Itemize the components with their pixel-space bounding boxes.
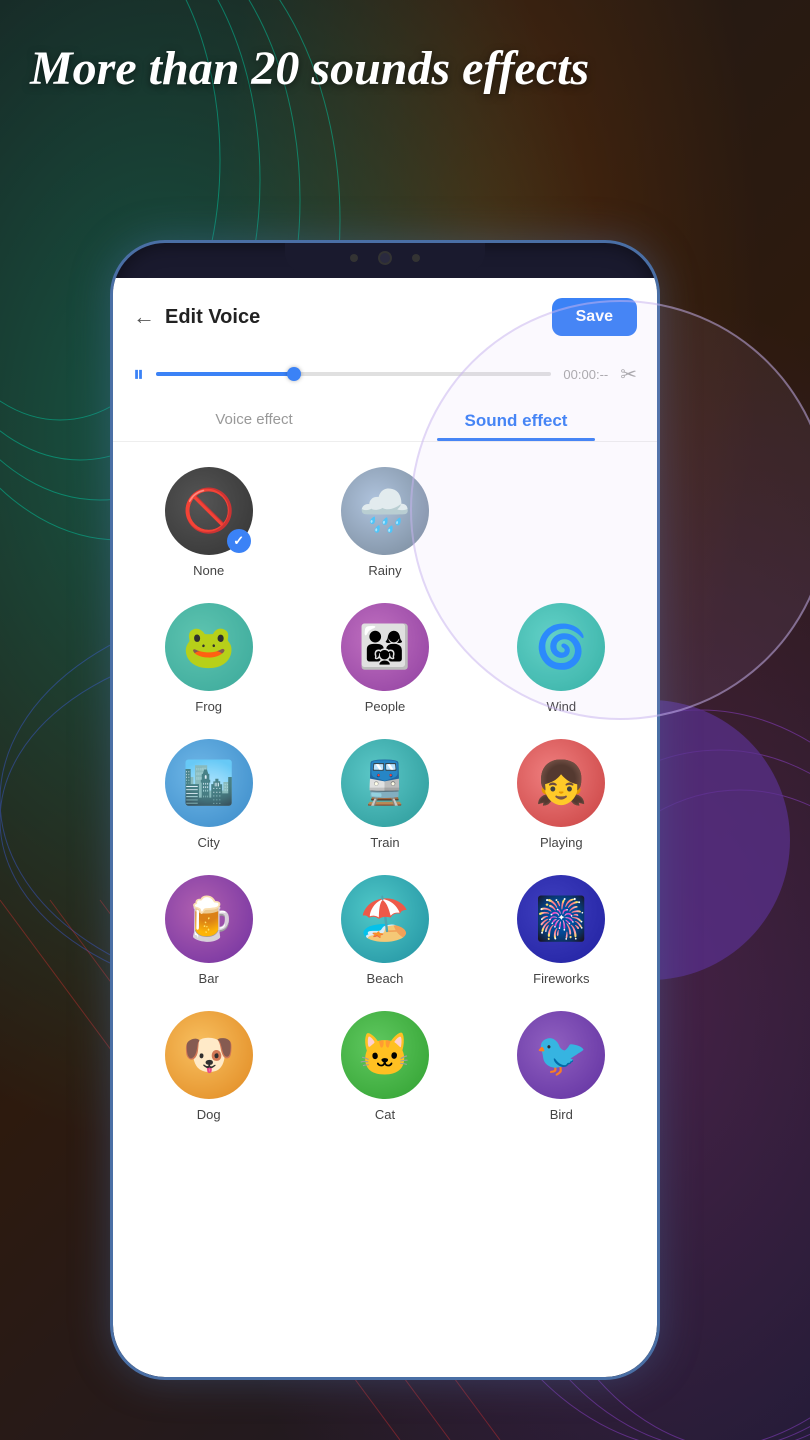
app-header: ← Edit Voice Save [113, 278, 657, 351]
sound-label-wind: Wind [547, 699, 577, 714]
sound-check-none: ✓ [227, 529, 251, 553]
save-button[interactable]: Save [552, 298, 637, 336]
sound-item-fireworks[interactable]: 🎆 Fireworks [476, 865, 647, 996]
page-title: Edit Voice [165, 306, 260, 329]
sound-icon-frog-wrap: 🐸 [165, 603, 253, 691]
sound-icon-dog: 🐶 [165, 1011, 253, 1099]
sound-label-dog: Dog [197, 1107, 221, 1122]
tab-bar: Voice effect Sound effect [113, 397, 657, 442]
sound-icon-dog-wrap: 🐶 [165, 1011, 253, 1099]
sound-item-dog[interactable]: 🐶 Dog [123, 1001, 294, 1132]
sound-icon-rainy: 🌧️ [341, 467, 429, 555]
sound-item-playing[interactable]: 👧 Playing [476, 729, 647, 860]
sound-label-train: Train [370, 835, 399, 850]
sound-grid: 🚫 ✓ None 🌧️ Rainy 🐸 Frog [113, 442, 657, 1147]
sound-label-bird: Bird [550, 1107, 573, 1122]
sound-item-cat[interactable]: 🐱 Cat [299, 1001, 470, 1132]
sound-icon-wind-wrap: 🌀 [517, 603, 605, 691]
sound-icon-cat: 🐱 [341, 1011, 429, 1099]
audio-bar: ⏸ 00:00:-- ✂ [113, 351, 657, 397]
sound-icon-playing: 👧 [517, 739, 605, 827]
sound-icon-people: 👨‍👩‍👧 [341, 603, 429, 691]
sound-icon-bar-wrap: 🍺 [165, 875, 253, 963]
sound-icon-city-wrap: 🏙️ [165, 739, 253, 827]
sound-item-none[interactable]: 🚫 ✓ None [123, 457, 294, 588]
sound-item-bird[interactable]: 🐦 Bird [476, 1001, 647, 1132]
sound-item-beach[interactable]: 🏖️ Beach [299, 865, 470, 996]
sound-icon-none-wrap: 🚫 ✓ [165, 467, 253, 555]
sound-icon-cat-wrap: 🐱 [341, 1011, 429, 1099]
progress-fill [156, 372, 294, 376]
sound-icon-bird: 🐦 [517, 1011, 605, 1099]
sound-item-train[interactable]: 🚆 Train [299, 729, 470, 860]
tab-voice-effect[interactable]: Voice effect [123, 397, 385, 441]
time-display: 00:00:-- [563, 367, 608, 382]
sound-label-rainy: Rainy [368, 563, 401, 578]
sound-icon-fireworks-wrap: 🎆 [517, 875, 605, 963]
sound-icon-fireworks: 🎆 [517, 875, 605, 963]
scissors-icon[interactable]: ✂ [620, 362, 637, 387]
sound-icon-beach: 🏖️ [341, 875, 429, 963]
sound-icon-beach-wrap: 🏖️ [341, 875, 429, 963]
sound-label-bar: Bar [199, 971, 219, 986]
sound-icon-bar: 🍺 [165, 875, 253, 963]
sound-label-cat: Cat [375, 1107, 395, 1122]
sound-label-playing: Playing [540, 835, 583, 850]
progress-track[interactable] [156, 372, 551, 376]
sound-label-frog: Frog [195, 699, 222, 714]
headline: More than 20 sounds effects [30, 40, 780, 98]
pause-icon[interactable]: ⏸ [133, 361, 144, 387]
sound-label-fireworks: Fireworks [533, 971, 589, 986]
sound-label-none: None [193, 563, 224, 578]
back-button[interactable]: ← [133, 304, 155, 330]
sound-label-city: City [197, 835, 219, 850]
sound-item-wind[interactable]: 🌀 Wind [476, 593, 647, 724]
sound-icon-frog: 🐸 [165, 603, 253, 691]
sound-icon-bird-wrap: 🐦 [517, 1011, 605, 1099]
sound-icon-people-wrap: 👨‍👩‍👧 [341, 603, 429, 691]
sound-item-placeholder-1 [476, 457, 647, 588]
sound-icon-rainy-wrap: 🌧️ [341, 467, 429, 555]
sound-icon-wind: 🌀 [517, 603, 605, 691]
notch-dot-2 [412, 254, 420, 262]
header-left: ← Edit Voice [133, 304, 260, 330]
sound-label-people: People [365, 699, 405, 714]
phone-screen: ← Edit Voice Save ⏸ 00:00:-- ✂ Voice eff… [113, 278, 657, 1377]
tab-sound-effect[interactable]: Sound effect [385, 397, 647, 441]
sound-icon-city: 🏙️ [165, 739, 253, 827]
phone-frame: ← Edit Voice Save ⏸ 00:00:-- ✂ Voice eff… [110, 240, 660, 1380]
sound-icon-train: 🚆 [341, 739, 429, 827]
sound-icon-playing-wrap: 👧 [517, 739, 605, 827]
progress-thumb [287, 367, 301, 381]
sound-item-rainy[interactable]: 🌧️ Rainy [299, 457, 470, 588]
sound-item-frog[interactable]: 🐸 Frog [123, 593, 294, 724]
sound-item-bar[interactable]: 🍺 Bar [123, 865, 294, 996]
sound-item-city[interactable]: 🏙️ City [123, 729, 294, 860]
phone-notch [285, 243, 485, 273]
sound-icon-train-wrap: 🚆 [341, 739, 429, 827]
sound-label-beach: Beach [367, 971, 404, 986]
sound-item-people[interactable]: 👨‍👩‍👧 People [299, 593, 470, 724]
notch-dot-1 [350, 254, 358, 262]
notch-camera [378, 251, 392, 265]
